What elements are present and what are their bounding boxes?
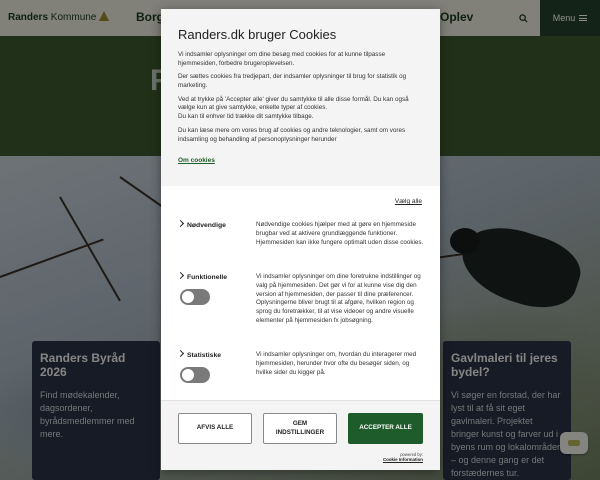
category-toggle-expand[interactable]: Nødvendige (176, 219, 248, 229)
cookie-readmore-text: Du kan læse mere om vores brug af cookie… (178, 126, 406, 143)
select-all-link[interactable]: Vælg alle (395, 198, 422, 205)
statistical-cookie-switch[interactable] (180, 367, 210, 383)
category-label: Funktionelle (187, 274, 228, 281)
functional-cookie-switch[interactable] (180, 289, 210, 305)
category-label: Nødvendige (187, 222, 226, 229)
category-functional: Funktionelle Vi indsamler oplysninger om… (176, 271, 423, 343)
accept-all-button[interactable]: ACCEPTER ALLE (348, 413, 423, 444)
category-statistical: Statistiske Vi indsamler oplysninger om,… (176, 349, 423, 391)
cookie-dialog: Randers.dk bruger Cookies Vi indsamler o… (161, 9, 440, 470)
cookie-thirdparty-text: Der sættes cookies fra tredjepart, der i… (178, 73, 407, 90)
cookie-consent-text: Ved at trykke på 'Accepter alle' giver d… (178, 95, 409, 121)
about-cookies-link[interactable]: Om cookies (178, 157, 215, 164)
category-description: Nødvendige cookies hjælper med at gøre e… (256, 221, 424, 246)
powered-by: powered by: Cookie Information (383, 452, 423, 463)
powered-by-label: powered by: (400, 452, 423, 457)
save-settings-button[interactable]: GEM INDSTILLINGER (263, 413, 337, 444)
category-necessary: Nødvendige Nødvendige cookies hjælper me… (176, 219, 424, 269)
save-settings-label-line2: INDSTILLINGER (275, 428, 325, 436)
cookie-intro-text: Vi indsamler oplysninger om dine besøg m… (178, 51, 386, 67)
category-description: Vi indsamler oplysninger om, hvordan du … (256, 351, 417, 376)
category-label: Statistiske (187, 352, 222, 359)
category-description: Vi indsamler oplysninger om dine foretru… (256, 273, 421, 325)
category-toggle-expand[interactable]: Funktionelle (176, 271, 248, 281)
reject-all-button[interactable]: AFVIS ALLE (178, 413, 252, 444)
chevron-right-icon (176, 219, 185, 228)
cookie-dialog-header: Randers.dk bruger Cookies Vi indsamler o… (161, 9, 440, 186)
cookie-information-link[interactable]: Cookie Information (383, 457, 423, 463)
chevron-right-icon (176, 271, 185, 280)
category-toggle-expand[interactable]: Statistiske (176, 349, 248, 359)
save-settings-label-line1: GEM (292, 420, 308, 428)
cookie-dialog-footer: AFVIS ALLE GEM INDSTILLINGER ACCEPTER ALL… (161, 400, 440, 470)
cookie-dialog-title: Randers.dk bruger Cookies (178, 27, 337, 42)
chevron-right-icon (176, 349, 185, 358)
